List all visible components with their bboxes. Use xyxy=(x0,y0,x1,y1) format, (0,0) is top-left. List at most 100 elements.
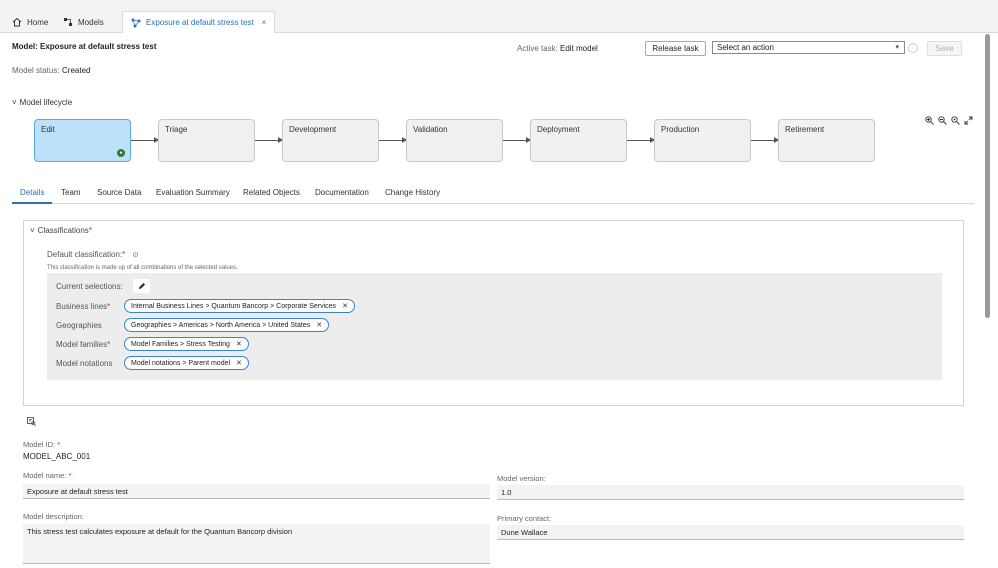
page-title: Model: Exposure at default stress test xyxy=(12,42,157,51)
required-marker: * xyxy=(57,440,61,449)
chevron-down-icon: ▾ xyxy=(895,44,899,51)
model-lifecycle-label: Model lifecycle xyxy=(19,98,73,107)
primary-contact-label: Primary contact: xyxy=(497,514,552,523)
stage-label: Deployment xyxy=(537,125,580,134)
model-id-label-text: Model ID: xyxy=(23,440,56,449)
model-notations-chip[interactable]: Model notations > Parent model ✕ xyxy=(124,356,249,370)
tab-home[interactable]: Home xyxy=(12,12,48,32)
stage-connector xyxy=(255,137,283,143)
zoom-out-icon[interactable] xyxy=(938,116,947,125)
model-status-value: Created xyxy=(62,66,91,75)
chip-label: Geographies > Americas > North America >… xyxy=(131,321,311,329)
chevron-down-icon: ˅ xyxy=(12,98,17,107)
lifecycle-stage-validation[interactable]: Validation xyxy=(406,119,503,162)
model-families-label: Model families* xyxy=(56,340,110,349)
action-select-value: Select an action xyxy=(717,43,774,52)
required-marker: * xyxy=(107,302,111,311)
info-icon[interactable]: i xyxy=(908,43,918,53)
edit-pencil-icon[interactable] xyxy=(133,279,150,293)
tab-models-label: Models xyxy=(78,17,104,27)
home-icon xyxy=(12,17,22,27)
scan-document-icon[interactable] xyxy=(27,417,36,428)
active-tab-indicator xyxy=(12,202,52,204)
active-task-label: Active task: xyxy=(517,44,558,53)
model-version-input[interactable]: 1.0 xyxy=(497,485,964,500)
lifecycle-stage-production[interactable]: Production xyxy=(654,119,751,162)
lifecycle-stage-edit[interactable]: Edit ● xyxy=(34,119,131,162)
stage-label: Retirement xyxy=(785,125,825,134)
business-lines-text: Business lines xyxy=(56,302,108,311)
model-lifecycle-toggle[interactable]: ˅ Model lifecycle xyxy=(12,98,72,107)
model-description-label: Model description: xyxy=(23,512,84,521)
expand-icon[interactable] xyxy=(964,116,973,125)
active-task-value: Edit model xyxy=(560,44,598,53)
default-classification-text: Default classification: xyxy=(47,250,123,259)
stage-label: Development xyxy=(289,125,337,134)
model-id-value: MODEL_ABC_001 xyxy=(23,452,91,461)
remove-chip-icon[interactable]: ✕ xyxy=(342,302,348,310)
required-marker: * xyxy=(107,340,111,349)
lifecycle-stage-retirement[interactable]: Retirement xyxy=(778,119,875,162)
tab-documentation[interactable]: Documentation xyxy=(315,188,369,197)
business-lines-chip[interactable]: Internal Business Lines > Quantum Bancor… xyxy=(124,299,355,313)
close-icon[interactable]: × xyxy=(262,18,267,27)
models-icon xyxy=(64,18,72,26)
chevron-down-icon: ˅ xyxy=(30,226,35,235)
tab-details[interactable]: Details xyxy=(20,188,44,197)
classifications-toggle[interactable]: ˅ Classifications * xyxy=(30,226,92,235)
chip-label: Internal Business Lines > Quantum Bancor… xyxy=(131,302,337,310)
model-name-label-text: Model name: xyxy=(23,471,67,480)
tab-current-model[interactable]: Exposure at default stress test × xyxy=(122,11,276,33)
model-description-textarea[interactable]: This stress test calculates exposure at … xyxy=(23,524,490,564)
model-name-label: Model name: * xyxy=(23,471,71,480)
tab-related-objects[interactable]: Related Objects xyxy=(243,188,300,197)
stage-connector xyxy=(379,137,407,143)
geographies-chip[interactable]: Geographies > Americas > North America >… xyxy=(124,318,330,332)
remove-chip-icon[interactable]: ✕ xyxy=(236,340,242,348)
model-network-icon xyxy=(131,18,141,27)
stage-connector xyxy=(751,137,779,143)
stage-label: Validation xyxy=(413,125,448,134)
tab-change-history[interactable]: Change History xyxy=(385,188,440,197)
scrollbar-thumb[interactable] xyxy=(985,34,990,318)
stage-connector xyxy=(627,137,655,143)
stage-connector xyxy=(503,137,531,143)
chip-label: Model notations > Parent model xyxy=(131,359,231,367)
tab-team[interactable]: Team xyxy=(61,188,81,197)
remove-chip-icon[interactable]: ✕ xyxy=(236,359,242,367)
remove-chip-icon[interactable]: ✕ xyxy=(316,321,322,329)
tab-home-label: Home xyxy=(27,17,49,27)
tab-source-data[interactable]: Source Data xyxy=(97,188,141,197)
tab-models[interactable]: Models xyxy=(63,12,104,32)
vertical-scrollbar[interactable] xyxy=(985,34,990,568)
save-button[interactable]: Save xyxy=(927,41,962,56)
model-version-label: Model version: xyxy=(497,474,546,483)
stage-connector xyxy=(131,137,159,143)
classification-hint: This classification is made up of all co… xyxy=(47,265,238,271)
lifecycle-stage-deployment[interactable]: Deployment xyxy=(530,119,627,162)
lifecycle-stage-development[interactable]: Development xyxy=(282,119,379,162)
release-task-button[interactable]: Release task xyxy=(645,41,706,56)
current-stage-badge-icon: ● xyxy=(117,149,125,157)
tab-evaluation-summary[interactable]: Evaluation Summary xyxy=(156,188,230,197)
model-status-label: Model status: xyxy=(12,66,60,75)
detail-tabs: Details Team Source Data Evaluation Summ… xyxy=(12,184,974,204)
zoom-in-icon[interactable] xyxy=(925,116,934,125)
zoom-reset-icon[interactable] xyxy=(951,116,960,125)
lifecycle-stage-triage[interactable]: Triage xyxy=(158,119,255,162)
action-select[interactable]: Select an action ▾ xyxy=(712,41,905,54)
top-tab-bar: Home Models Exposure at default stress t… xyxy=(0,0,998,33)
tab-current-model-label: Exposure at default stress test xyxy=(146,18,254,27)
model-notations-label: Model notations xyxy=(56,359,113,368)
required-marker: * xyxy=(88,226,92,235)
help-icon[interactable]: ⊙ xyxy=(133,252,139,259)
current-selections-label: Current selections: xyxy=(56,282,123,291)
model-name-input[interactable]: Exposure at default stress test xyxy=(23,484,490,499)
model-families-chip[interactable]: Model Families > Stress Testing ✕ xyxy=(124,337,249,351)
default-classification-label: Default classification:* ⊙ xyxy=(47,250,138,259)
geographies-label: Geographies xyxy=(56,321,102,330)
primary-contact-input[interactable]: Dune Wallace xyxy=(497,525,964,540)
required-marker: * xyxy=(68,471,72,480)
required-marker: * xyxy=(122,250,126,259)
stage-label: Production xyxy=(661,125,700,134)
